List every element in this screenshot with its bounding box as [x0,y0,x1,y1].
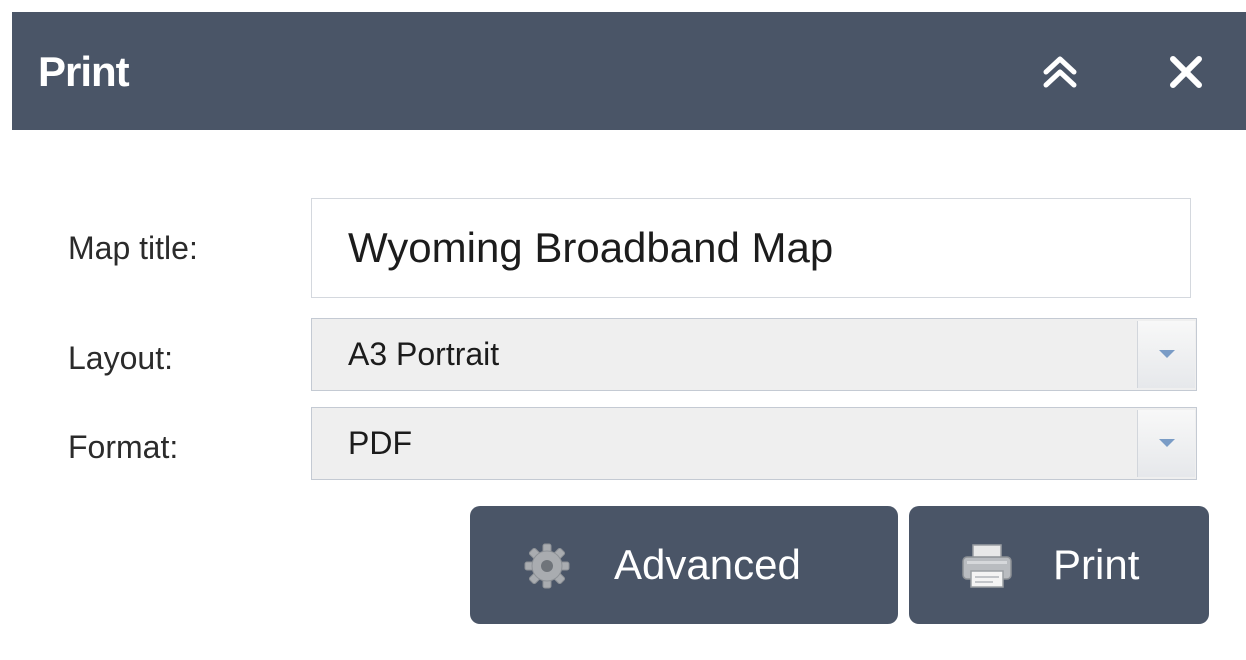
close-button[interactable] [1164,50,1208,94]
advanced-button-label: Advanced [614,541,801,588]
gear-icon [524,543,570,589]
layout-label: Layout: [68,340,173,376]
print-button-label: Print [1053,541,1140,588]
layout-dropdown-button[interactable] [1137,321,1195,388]
double-chevron-up-icon [1043,56,1077,88]
map-title-label: Map title: [68,230,198,266]
chevron-down-icon [1159,439,1175,447]
collapse-button[interactable] [1038,50,1082,94]
advanced-button[interactable]: Advanced [470,506,898,624]
print-button[interactable]: Print [909,506,1209,624]
format-dropdown-button[interactable] [1137,410,1195,477]
panel-title: Print [38,48,130,95]
chevron-down-icon [1159,350,1175,358]
layout-select[interactable]: A3 Portrait [311,318,1197,391]
format-select-value: PDF [348,425,412,461]
layout-select-value: A3 Portrait [348,336,500,372]
print-panel: Print Map title: Layout: A3 Portrait For… [12,12,1246,660]
format-select[interactable]: PDF [311,407,1197,480]
map-title-input[interactable] [311,198,1191,298]
format-label: Format: [68,429,179,465]
printer-icon [962,544,1012,588]
close-icon [1170,56,1202,88]
panel-header: Print [12,12,1246,130]
